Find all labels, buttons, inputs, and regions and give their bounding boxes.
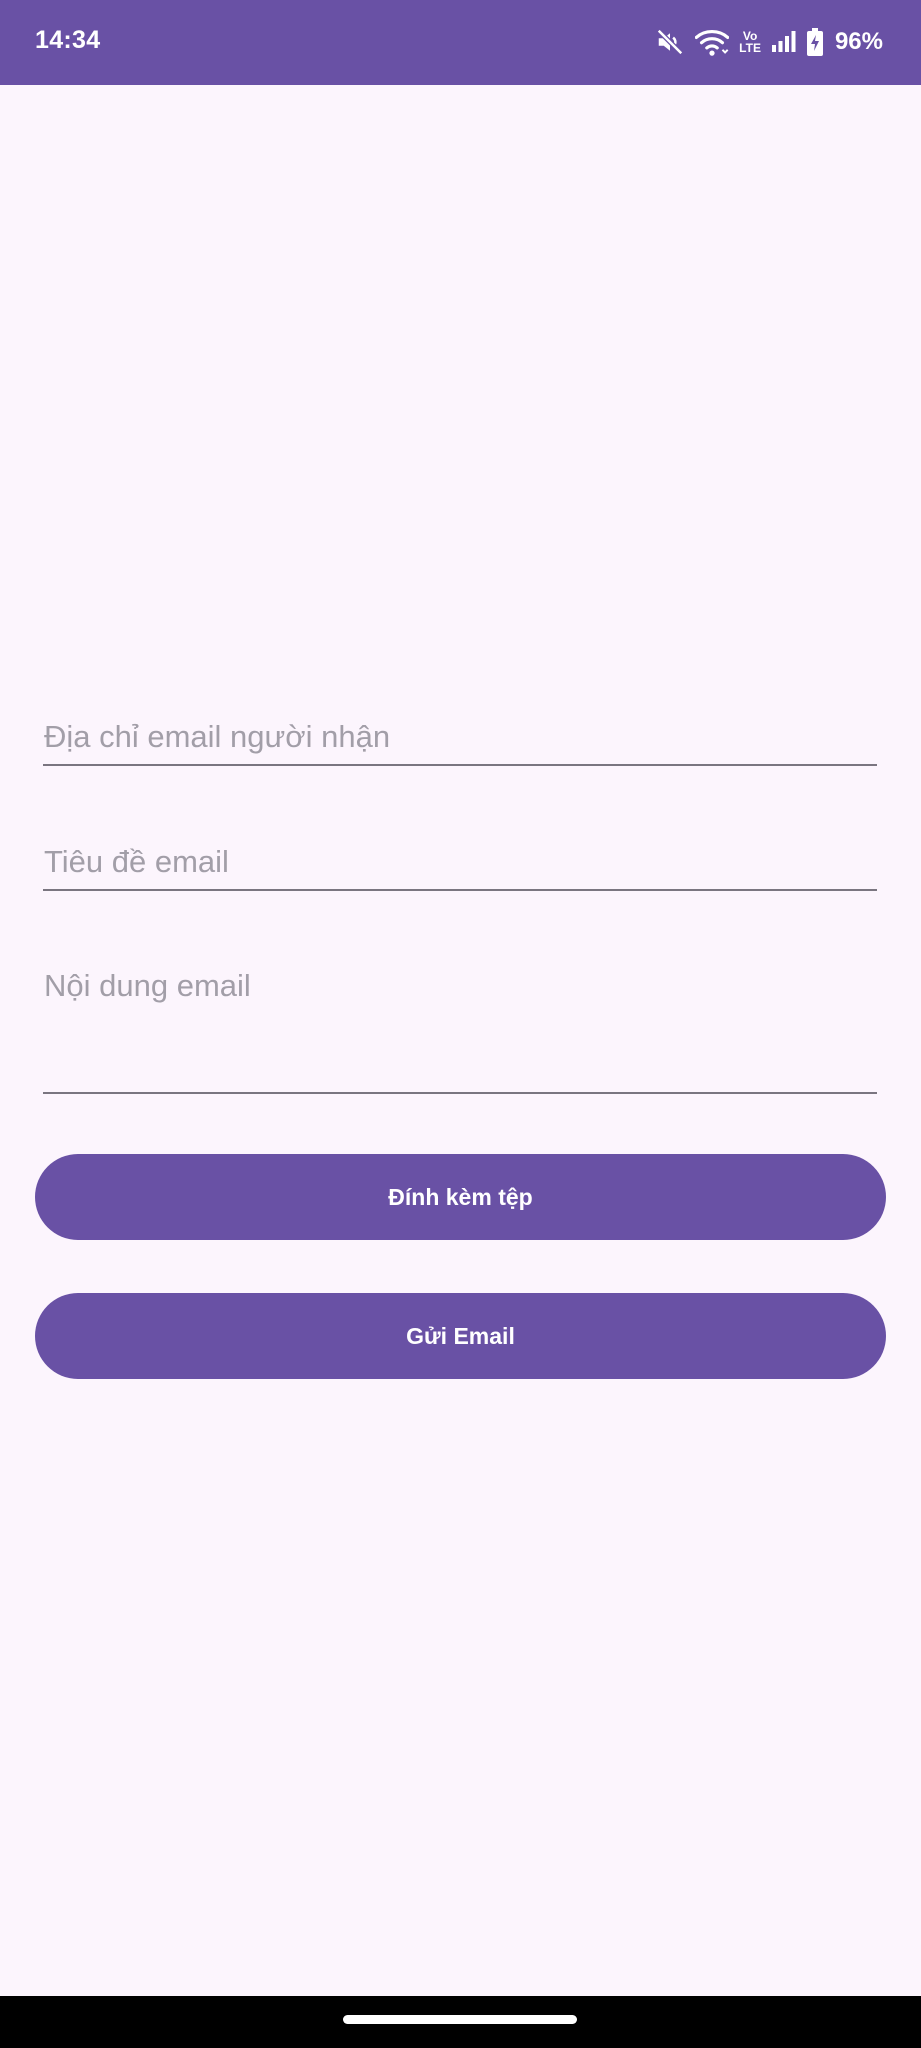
body-field[interactable]: Nội dung email <box>43 960 877 1094</box>
body-placeholder: Nội dung email <box>44 968 251 1003</box>
battery-percent: 96% <box>834 28 883 55</box>
wifi-icon <box>695 27 730 57</box>
mute-icon <box>655 27 685 57</box>
recipient-email-field[interactable]: Địa chỉ email người nhận <box>43 712 877 766</box>
status-icons: Vo LTE 96% <box>655 24 883 60</box>
volte-icon: Vo LTE <box>739 30 761 54</box>
navigation-bar <box>0 1996 921 2048</box>
home-gesture-handle[interactable] <box>343 2015 577 2024</box>
battery-charging-icon <box>806 28 823 56</box>
signal-icon <box>771 30 797 54</box>
status-time: 14:34 <box>35 26 101 54</box>
recipient-email-placeholder: Địa chỉ email người nhận <box>44 719 391 754</box>
attach-file-button[interactable]: Đính kèm tệp <box>35 1154 886 1240</box>
subject-placeholder: Tiêu đề email <box>44 844 229 879</box>
send-email-button[interactable]: Gửi Email <box>35 1293 886 1379</box>
volte-bottom-label: LTE <box>739 41 761 55</box>
subject-field[interactable]: Tiêu đề email <box>43 836 877 891</box>
status-bar: 14:34 Vo LTE 96% <box>0 0 921 85</box>
